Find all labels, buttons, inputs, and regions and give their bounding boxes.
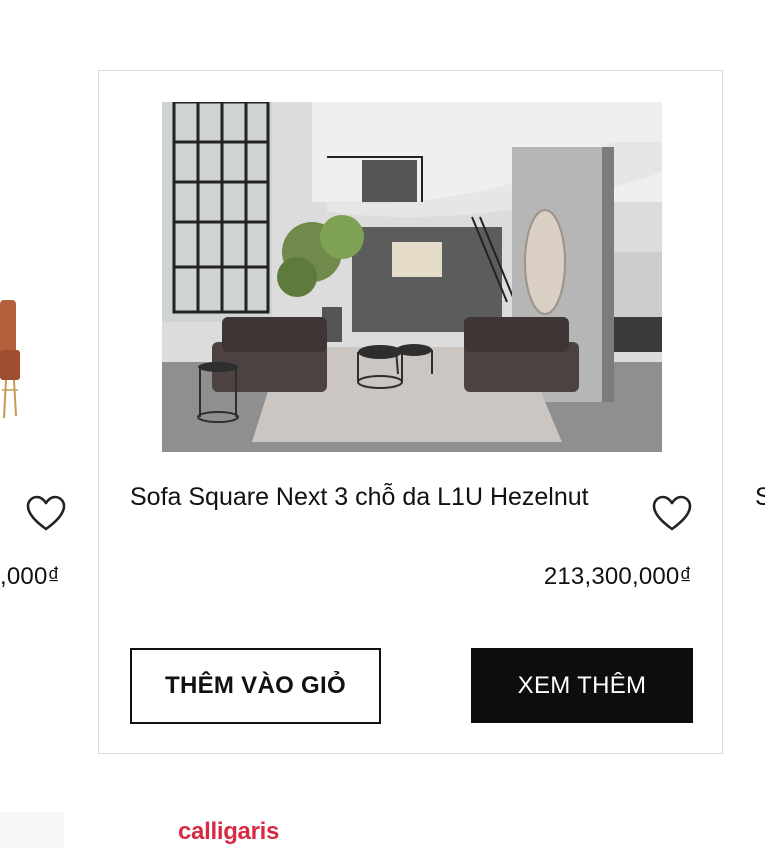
brand-logo[interactable]: calligaris	[178, 818, 279, 846]
product-image[interactable]	[162, 102, 662, 452]
right-product-title[interactable]: S	[755, 482, 765, 512]
add-to-cart-button[interactable]: THÊM VÀO GIỎ	[130, 648, 381, 724]
left-product-price: ,000₫	[0, 563, 61, 590]
partial-brand-logo	[0, 812, 64, 848]
left-product-image[interactable]	[0, 290, 22, 420]
view-more-button[interactable]: XEM THÊM	[471, 648, 693, 723]
wishlist-heart-icon[interactable]	[26, 495, 66, 533]
wishlist-heart-icon[interactable]	[652, 495, 692, 533]
product-title[interactable]: Sofa Square Next 3 chỗ da L1U Hezelnut	[130, 482, 650, 512]
product-price: 213,300,000₫	[543, 563, 692, 590]
